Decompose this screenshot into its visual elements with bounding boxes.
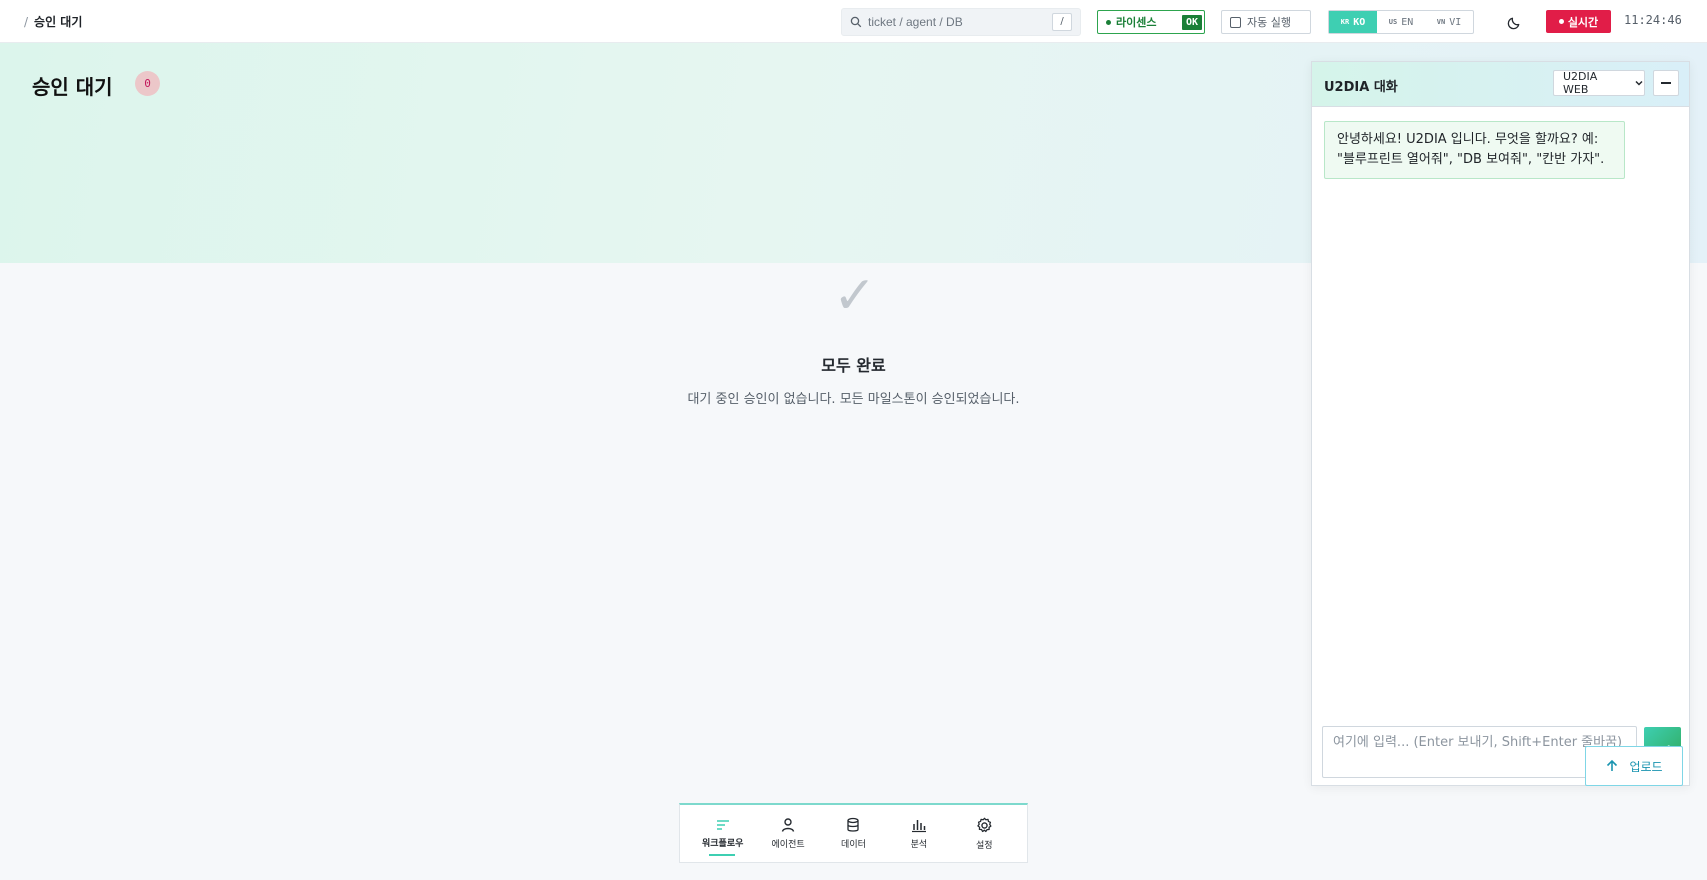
flag-us-icon: US bbox=[1388, 18, 1398, 26]
nav-item-workflow[interactable]: 워크플로우 bbox=[692, 805, 754, 862]
person-icon bbox=[781, 818, 795, 832]
gear-icon bbox=[977, 817, 992, 832]
nav-item-analytics[interactable]: 분석 bbox=[888, 805, 950, 862]
autoplay-label: 자동 실행 bbox=[1247, 16, 1291, 29]
flag-vn-icon: VN bbox=[1436, 18, 1446, 26]
chevron-down-icon bbox=[1635, 80, 1643, 86]
channel-selected-value: U2DIA WEB bbox=[1563, 70, 1598, 96]
license-status-badge[interactable]: 라이센스 OK bbox=[1097, 10, 1205, 34]
moon-icon bbox=[1507, 17, 1519, 29]
chat-title: U2DIA 대화 bbox=[1324, 80, 1398, 95]
workflow-icon bbox=[716, 820, 729, 830]
nav-label: 분석 bbox=[910, 840, 928, 850]
page-title: 승인 대기 bbox=[32, 75, 113, 99]
lang-code: KO bbox=[1353, 16, 1366, 28]
arrow-up-icon bbox=[1607, 759, 1618, 771]
nav-label: 워크플로우 bbox=[701, 839, 744, 849]
breadcrumb-current[interactable]: 승인 대기 bbox=[34, 13, 82, 30]
upload-button[interactable]: 업로드 bbox=[1585, 746, 1683, 786]
autoplay-toggle[interactable]: 자동 실행 bbox=[1221, 10, 1311, 34]
license-ok-tag: OK bbox=[1181, 14, 1202, 30]
live-button[interactable]: 실시간 bbox=[1546, 10, 1611, 33]
bar-chart-icon bbox=[911, 820, 926, 833]
database-icon bbox=[847, 817, 860, 832]
minus-icon bbox=[1661, 82, 1671, 84]
flag-kr-icon: KR bbox=[1340, 18, 1350, 26]
license-label: 라이센스 bbox=[1116, 16, 1157, 29]
upload-label: 업로드 bbox=[1629, 759, 1663, 774]
chat-header: U2DIA 대화 U2DIA WEB bbox=[1312, 62, 1689, 107]
bottom-nav: 워크플로우 에이전트 데이터 분석 설정 bbox=[679, 803, 1028, 863]
lang-option-vi[interactable]: VN VI bbox=[1425, 11, 1473, 33]
breadcrumb-separator: / bbox=[24, 14, 29, 29]
nav-item-settings[interactable]: 설정 bbox=[953, 805, 1015, 862]
nav-label: 데이터 bbox=[841, 840, 866, 850]
nav-item-data[interactable]: 데이터 bbox=[822, 805, 884, 862]
lang-code: VI bbox=[1449, 16, 1462, 28]
chat-panel: U2DIA 대화 U2DIA WEB 안녕하세요! U2DIA 입니다. 무엇을… bbox=[1311, 61, 1690, 786]
nav-label: 에이전트 bbox=[771, 840, 805, 850]
theme-toggle-button[interactable] bbox=[1504, 12, 1524, 32]
autoplay-checkbox[interactable] bbox=[1230, 16, 1241, 28]
top-bar: / 승인 대기 / 라이센스 OK 자동 실행 KR KO US EN VN V… bbox=[0, 0, 1707, 43]
chat-message-bubble: 안녕하세요! U2DIA 입니다. 무엇을 할까요? 예: "블루프린트 열어줘… bbox=[1324, 121, 1625, 179]
lang-option-en[interactable]: US EN bbox=[1377, 11, 1425, 33]
search-icon bbox=[850, 16, 862, 28]
live-dot-icon bbox=[1558, 19, 1564, 24]
lang-code: EN bbox=[1401, 16, 1414, 28]
license-dot-icon bbox=[1106, 19, 1111, 25]
minimize-button[interactable] bbox=[1653, 70, 1679, 96]
breadcrumb: / 승인 대기 bbox=[24, 13, 82, 30]
search-shortcut-key: / bbox=[1052, 13, 1072, 31]
lang-option-ko[interactable]: KR KO bbox=[1329, 11, 1377, 33]
search-box[interactable]: / bbox=[841, 8, 1081, 36]
channel-select[interactable]: U2DIA WEB bbox=[1553, 70, 1645, 96]
live-label: 실시간 bbox=[1567, 15, 1599, 29]
pending-count-badge: 0 bbox=[135, 71, 160, 96]
language-switcher: KR KO US EN VN VI bbox=[1328, 10, 1474, 34]
search-input[interactable] bbox=[868, 15, 1048, 29]
clock: 11:24:46 bbox=[1624, 13, 1682, 27]
nav-label: 설정 bbox=[975, 840, 993, 851]
nav-item-agent[interactable]: 에이전트 bbox=[757, 805, 819, 862]
check-icon: ✓ bbox=[833, 266, 877, 326]
